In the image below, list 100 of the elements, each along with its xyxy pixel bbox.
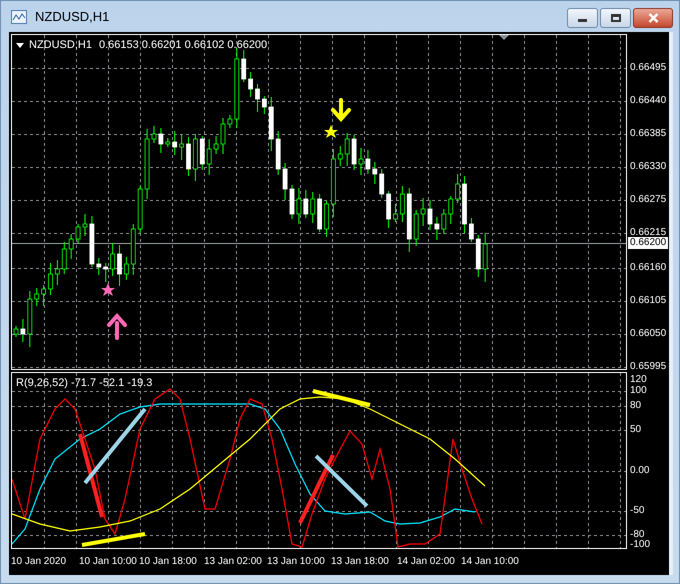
candlestick [158,128,164,154]
indicator-label: R(9,26,52) -71.7 -52.1 -19.3 [16,376,152,391]
star-icon [101,283,115,296]
current-price-label: 0.66200 [628,237,668,249]
dropdown-icon[interactable] [16,42,24,48]
candlestick [352,134,356,170]
candlestick [358,148,364,176]
candlestick [55,260,60,286]
restore-button[interactable] [600,8,631,28]
price-axis-label: 0.66050 [630,329,666,339]
candlestick [144,128,150,200]
time-axis-label: 13 Jan 10:00 [267,555,325,569]
candlestick [130,224,136,276]
price-axis-label: 0.66440 [630,96,666,106]
candlestick [27,290,32,348]
candlestick [117,244,122,286]
candlestick [455,174,460,204]
time-axis-label: 10 Jan 2020 [11,555,66,569]
candlestick [152,126,156,144]
candlestick [193,134,198,182]
up-arrow-icon [107,312,127,340]
candlestick [420,198,426,226]
price-axis-label: 0.66160 [630,263,666,273]
price-axis-label: 0.66330 [630,162,666,172]
indicator-axis-label: -50 [630,506,644,516]
candlestick [324,200,329,238]
time-axis-label: 10 Jan 10:00 [79,555,137,569]
candlestick [165,138,170,148]
candlestick [214,136,218,154]
candlestick [303,190,308,218]
time-axis-label: 13 Jan 18:00 [331,555,389,569]
indicator-axis-label: -100 [630,540,650,550]
restore-icon [610,14,620,22]
indicator-axis-label: 50 [630,425,642,435]
candlestick [310,192,316,224]
price-axis-label: 0.66495 [630,63,666,73]
minimize-button[interactable] [567,8,598,28]
candlestick [90,216,94,268]
time-axis-label: 13 Jan 02:00 [204,555,262,569]
candlestick [268,96,274,152]
window-title: NZDUSD,H1 [35,8,110,26]
time-axis-label: 14 Jan 10:00 [461,555,519,569]
candlestick [414,210,419,246]
candlestick [366,150,370,174]
candlestick [482,232,488,282]
candlestick [68,234,74,260]
candlestick [262,96,267,114]
candlestick [255,84,260,112]
candlestick [338,146,343,166]
candlestick [462,176,467,234]
candlestick [103,262,108,282]
candlestick [372,162,378,184]
candlestick [379,168,384,198]
candlestick [331,148,336,218]
candlestick [400,186,405,222]
candlestick [406,188,412,252]
candlestick [110,242,115,276]
indicator-axis-label: -80 [630,530,644,540]
candlestick [469,218,474,242]
close-button[interactable] [633,8,673,28]
indicator-axis-label: 80 [630,401,642,411]
trend-line [82,532,146,547]
candlestick [476,234,481,278]
time-axis-label: 14 Jan 02:00 [397,555,455,569]
candlestick [138,186,143,234]
chart-quote: 0.66153 0.66201 0.66102 0.66200 [98,38,268,53]
candlestick [393,204,398,222]
price-axis-label: 0.66105 [630,296,666,306]
candlestick [41,284,46,306]
candlestick [296,188,302,224]
time-axis-label: 10 Jan 18:00 [139,555,197,569]
star-icon [324,125,338,138]
shift-marker-icon [499,35,509,40]
price-axis-label: 0.65995 [630,362,666,372]
candlestick [276,130,281,176]
candlestick [186,136,191,176]
candlestick [82,214,88,236]
candlestick [290,184,294,220]
candlestick [317,194,322,232]
candlestick [344,132,350,166]
down-arrow-icon [331,98,351,122]
candlestick [96,258,102,276]
candlestick [172,130,178,156]
price-axis-label: 0.66385 [630,129,666,139]
candlestick [448,196,454,224]
chart-window-icon [11,10,27,24]
candlestick [206,138,212,176]
indicator-axis-label: 120 [630,375,647,385]
candlestick [48,262,53,296]
indicator-axis-label: 0.00 [630,466,650,476]
close-icon [648,12,658,22]
indicator-axis-label: 100 [630,386,647,396]
candlestick [228,114,232,128]
candlestick [124,256,129,280]
candlestick [76,224,80,244]
price-axis-label: 0.66215 [630,228,666,238]
candlestick [20,318,26,342]
candlestick [386,190,391,228]
candlestick [34,288,40,306]
candlestick [441,208,446,234]
